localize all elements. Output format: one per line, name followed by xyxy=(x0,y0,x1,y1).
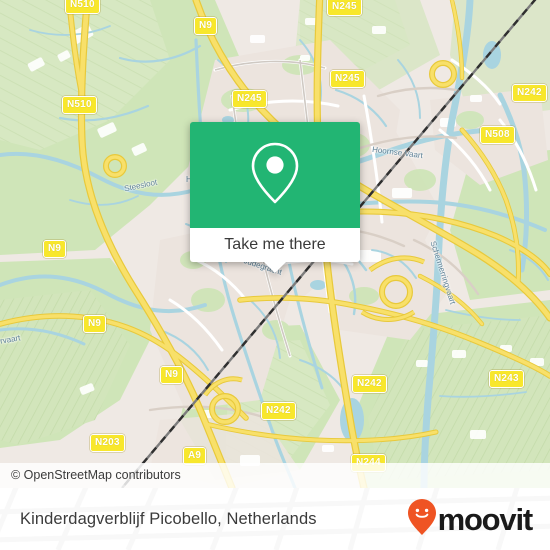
road-shield[interactable]: N245 xyxy=(330,70,365,88)
road-shield[interactable]: N9 xyxy=(83,315,107,333)
road-shield[interactable]: N242 xyxy=(512,84,547,102)
road-shield[interactable]: N510 xyxy=(65,0,100,14)
callout-pointer-tail xyxy=(264,262,286,273)
take-me-there-button[interactable]: Take me there xyxy=(190,228,360,262)
road-shield[interactable]: N9 xyxy=(43,240,67,258)
take-me-there-label: Take me there xyxy=(224,236,326,253)
location-callout-card[interactable]: Take me there xyxy=(190,122,360,273)
road-shield[interactable]: N245 xyxy=(232,90,267,108)
road-shield[interactable]: N508 xyxy=(480,126,515,144)
road-shield[interactable]: N510 xyxy=(62,96,97,114)
place-title: Kinderdagverblijf Picobello, Netherlands xyxy=(20,509,317,528)
callout-header xyxy=(190,122,360,228)
road-shield[interactable]: N9 xyxy=(160,366,184,384)
moovit-logo[interactable]: moovit xyxy=(407,488,534,550)
road-shield[interactable]: N203 xyxy=(90,434,125,452)
road-shield[interactable]: N242 xyxy=(352,375,387,393)
location-pin-icon xyxy=(249,141,301,210)
road-shield[interactable]: N243 xyxy=(489,370,524,388)
road-shield[interactable]: N242 xyxy=(261,402,296,420)
moovit-wordmark: moovit xyxy=(437,501,534,537)
map-screenshot-root: N510 N510 N9 N9 N9 N9 N203 A9 N245 N245 … xyxy=(0,0,550,550)
footer-bar: Kinderdagverblijf Picobello, Netherlands… xyxy=(0,488,550,550)
moovit-pin-smile-icon xyxy=(407,498,437,541)
osm-attribution[interactable]: © OpenStreetMap contributors xyxy=(0,463,550,488)
road-shield[interactable]: N245 xyxy=(327,0,362,16)
road-shield[interactable]: N9 xyxy=(194,17,218,35)
